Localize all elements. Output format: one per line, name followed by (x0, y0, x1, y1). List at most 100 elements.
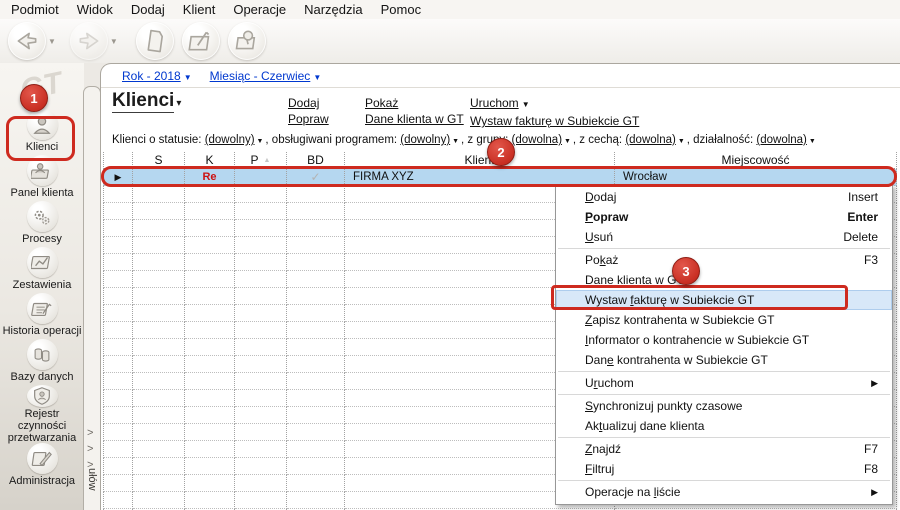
menu-item-zapisz-kontrahenta-w-subiekcie-gt[interactable]: Zapisz kontrahenta w Subiekcie GT (556, 310, 892, 330)
separator-line (101, 87, 900, 88)
column-header-Miejscowość[interactable]: Miejscowość (615, 152, 897, 169)
menu-item-shortcut: Enter (847, 210, 878, 224)
empty-cell (235, 305, 287, 322)
empty-cell (103, 356, 133, 373)
menu-item-label: Popraw (585, 210, 629, 224)
menu-item-operacje-na-liście[interactable]: Operacje na liście ▶ (556, 482, 892, 502)
forward-button (69, 22, 108, 60)
empty-cell (185, 356, 235, 373)
filter-dropdown-link[interactable]: (dowolna) (756, 134, 807, 146)
submenu-arrow-icon: ▶ (871, 486, 878, 497)
sidebar-item-rejestr-czynno-ci-przetwarzania[interactable]: Rejestr czynności przetwarzania (0, 385, 84, 444)
clients-icon (26, 109, 58, 140)
empty-cell (287, 322, 345, 339)
action-link-popraw[interactable]: Popraw (288, 111, 329, 127)
expand-chevron-icon[interactable]: > (87, 443, 93, 455)
action-link-wystaw-fakturę-w-subiekcie-gt[interactable]: Wystaw fakturę w Subiekcie GT (470, 113, 639, 129)
stamp-button[interactable] (227, 22, 266, 60)
menu-item-label: Wystaw fakturę w Subiekcie GT (585, 293, 755, 307)
sidebar-item-historia-operacji[interactable]: Historia operacji (0, 293, 84, 337)
column-header-selector[interactable] (103, 152, 133, 169)
filter-dropdown-link[interactable]: (dowolna) (512, 134, 563, 146)
empty-cell (103, 305, 133, 322)
menu-item-label: Dane klienta w GT (585, 273, 684, 287)
empty-cell (287, 356, 345, 373)
empty-cell (287, 305, 345, 322)
menu-item-filtruj[interactable]: Filtruj F8 (556, 459, 892, 479)
empty-cell (185, 458, 235, 475)
administration-icon (26, 443, 58, 474)
menu-item-informator-o-kontrahencie-w-subiekcie-gt[interactable]: Informator o kontrahencie w Subiekcie GT (556, 330, 892, 350)
edit-document-button[interactable] (181, 22, 220, 60)
menu-item-dane-kontrahenta-w-subiekcie-gt[interactable]: Dane kontrahenta w Subiekcie GT (556, 350, 892, 370)
menubar: Podmiot Widok Dodaj Klient Operacje Narzędzia… (0, 0, 900, 20)
sidebar-item-label: Klienci (25, 141, 59, 153)
menubar-item-dodaj[interactable]: Dodaj (122, 1, 174, 18)
menu-item-synchronizuj-punkty-czasowe[interactable]: Synchronizuj punkty czasowe (556, 396, 892, 416)
month-filter-link[interactable]: Miesiąc - Czerwiec ▼ (210, 69, 322, 83)
menu-item-aktualizuj-dane-klienta[interactable]: Aktualizuj dane klienta (556, 416, 892, 436)
year-filter-link[interactable]: Rok - 2018 ▼ (122, 69, 192, 83)
page-title[interactable]: Klienci ▾ (112, 90, 181, 113)
empty-cell (235, 475, 287, 492)
empty-cell (235, 424, 287, 441)
action-link-uruchom[interactable]: Uruchom ▼ (470, 95, 639, 113)
menu-item-wystaw-fakturę-w-subiekcie-gt[interactable]: Wystaw fakturę w Subiekcie GT (556, 290, 892, 310)
processes-icon (26, 201, 58, 232)
menu-item-shortcut: F8 (863, 462, 878, 476)
menu-item-uruchom[interactable]: Uruchom ▶ (556, 373, 892, 393)
sidebar-item-bazy-danych[interactable]: Bazy danych (0, 339, 84, 383)
menubar-item-narzędzia[interactable]: Narzędzia (295, 1, 372, 18)
empty-cell (185, 339, 235, 356)
column-header-P[interactable]: P ▲ (235, 152, 287, 169)
menubar-item-pomoc[interactable]: Pomoc (372, 1, 430, 18)
empty-cell (133, 254, 185, 271)
menu-item-label: Informator o kontrahencie w Subiekcie GT (585, 333, 810, 347)
menu-item-popraw[interactable]: Popraw Enter (556, 207, 892, 227)
empty-cell (287, 339, 345, 356)
column-header-label: Miejscowość (721, 153, 790, 167)
action-link-dane-klienta-w-gt[interactable]: Dane klienta w GT (365, 111, 464, 127)
column-header-Klient[interactable]: Klient (345, 152, 615, 169)
sidebar-item-zestawienia[interactable]: Zestawienia (0, 247, 84, 291)
menu-item-znajdź[interactable]: Znajdź F7 (556, 439, 892, 459)
action-link-dodaj[interactable]: Dodaj (288, 95, 329, 111)
filter-dropdown-link[interactable]: (dowolny) (400, 134, 450, 146)
column-header-BD[interactable]: BD (287, 152, 345, 169)
empty-cell (287, 271, 345, 288)
menubar-item-podmiot[interactable]: Podmiot (2, 1, 68, 18)
column-header-K[interactable]: K (185, 152, 235, 169)
menubar-item-widok[interactable]: Widok (68, 1, 122, 18)
expand-chevron-icon[interactable]: > (87, 427, 93, 439)
column-header-label: K (205, 153, 214, 167)
year-filter-label: Rok - 2018 (122, 69, 181, 83)
sidebar-item-administracja[interactable]: Administracja (0, 443, 84, 487)
empty-cell (185, 254, 235, 271)
menu-item-usuń[interactable]: Usuń Delete (556, 227, 892, 247)
sidebar-item-panel-klienta[interactable]: Panel klienta (0, 155, 84, 199)
page-title-text: Klienci (112, 90, 175, 113)
month-filter-label: Miesiąc - Czerwiec (209, 69, 311, 83)
filter-dropdown-link[interactable]: (dowolna) (625, 134, 676, 146)
sidebar-item-klienci[interactable]: Klienci (0, 109, 84, 153)
column-header-S[interactable]: S (133, 152, 185, 169)
chevron-down-icon[interactable]: ▼ (110, 37, 118, 46)
menu-item-label: Znajdź (585, 442, 622, 456)
reports-icon (26, 247, 58, 278)
chevron-down-icon[interactable]: ▼ (48, 37, 56, 46)
menubar-item-operacje[interactable]: Operacje (224, 1, 295, 18)
back-button[interactable] (8, 22, 46, 60)
empty-cell (133, 407, 185, 424)
sidebar-item-procesy[interactable]: Procesy (0, 201, 84, 245)
filter-label: , z cechą: (572, 134, 626, 146)
new-document-button[interactable] (135, 22, 174, 60)
collapsed-panel-strip[interactable]: > > > ułów (83, 86, 101, 510)
action-link-pokaż[interactable]: Pokaż (365, 95, 464, 111)
menubar-item-klient[interactable]: Klient (174, 1, 225, 18)
menu-item-pokaż[interactable]: Pokaż F3 (556, 250, 892, 270)
empty-cell (235, 271, 287, 288)
menu-item-dodaj[interactable]: Dodaj Insert (556, 187, 892, 207)
filter-dropdown-link[interactable]: (dowolny) (205, 134, 255, 146)
menu-item-dane-klienta-w-gt[interactable]: Dane klienta w GT (556, 270, 892, 290)
status-flag: Re (202, 171, 217, 183)
